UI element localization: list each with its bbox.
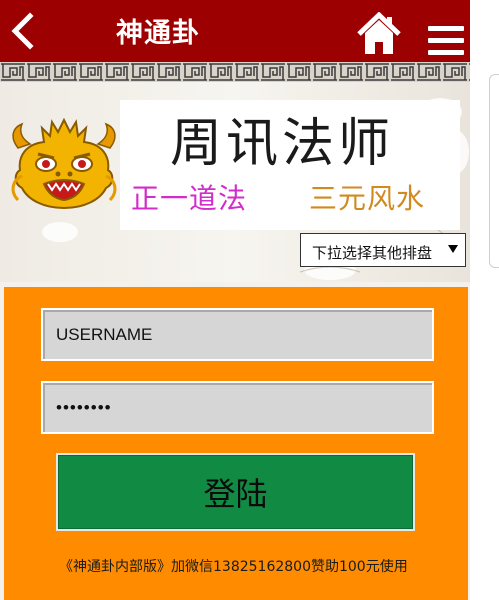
dropdown-arrow-icon [448, 245, 458, 253]
layout-select-dropdown[interactable]: 下拉选择其他排盘 [300, 233, 466, 267]
app-page: 神通卦 周讯法师 正一道法 三元风水 下拉选择其他排盘 USERNAME •••… [0, 0, 470, 600]
login-panel: 登陆 《神通卦内部版》加微信13825162800赞助100元使用 [4, 287, 468, 600]
menu-bar-line [428, 38, 464, 43]
layout-select-value: 下拉选择其他排盘 [312, 244, 433, 262]
svg-text:周讯法师: 周讯法师 [170, 114, 394, 172]
top-bar: 神通卦 [0, 0, 470, 62]
home-icon [357, 11, 401, 54]
page-title: 神通卦 [116, 18, 200, 49]
side-scroll-handle[interactable] [489, 74, 499, 268]
menu-bar-line [428, 26, 464, 31]
brand-calligraphy-text: 周讯法师 [155, 112, 410, 174]
back-button[interactable] [6, 10, 40, 52]
sponsor-notice: 《神通卦内部版》加微信13825162800赞助100元使用 [59, 559, 408, 575]
username-field[interactable] [41, 308, 434, 361]
menu-button[interactable] [428, 26, 464, 58]
home-button[interactable] [356, 11, 402, 56]
dragon-head-icon [8, 114, 120, 212]
chevron-left-icon [11, 12, 34, 50]
slogan-right: 三元风水 [309, 182, 426, 215]
decorative-border [0, 62, 470, 82]
menu-bar-line [428, 50, 464, 55]
login-button[interactable]: 登陆 [56, 453, 415, 531]
password-field[interactable] [41, 381, 434, 434]
slogan-left: 正一道法 [131, 182, 248, 215]
